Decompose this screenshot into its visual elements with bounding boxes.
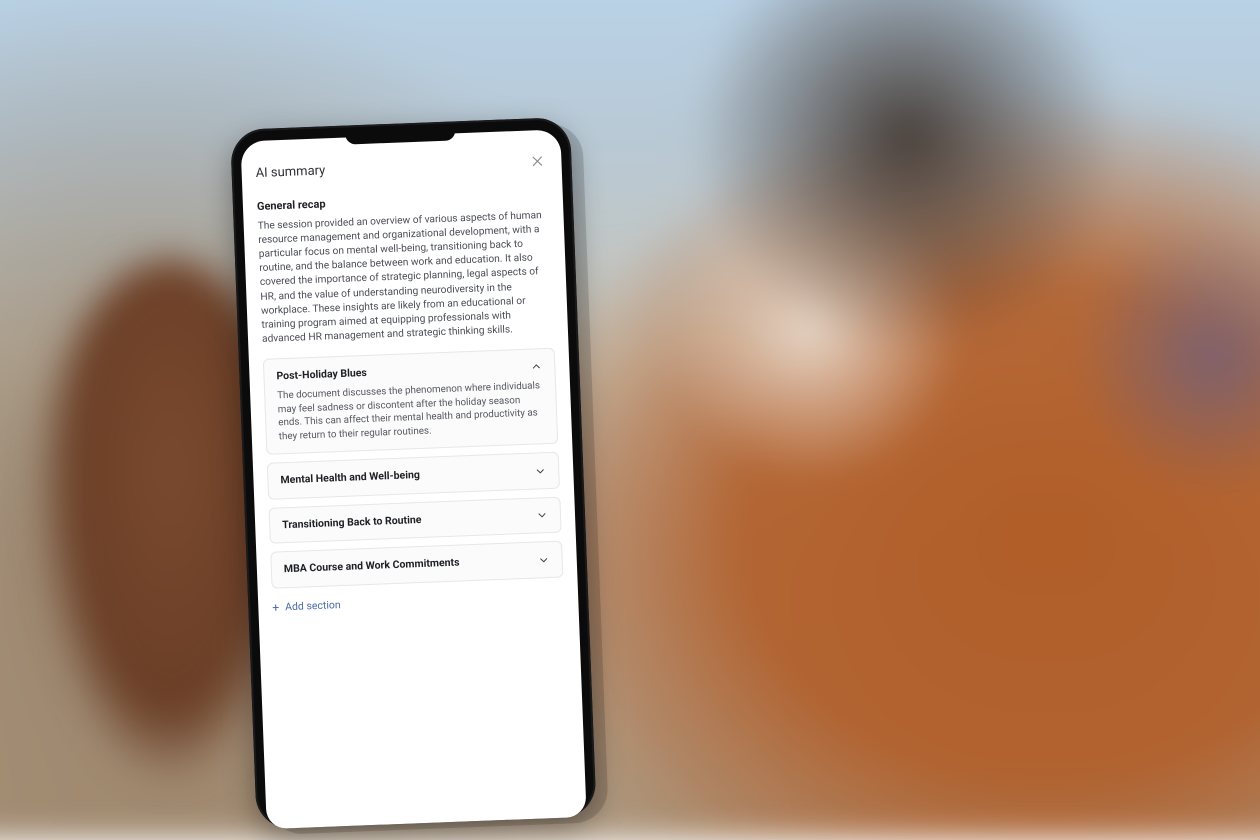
chevron-down-icon [536,509,548,521]
accordion-post-holiday-blues: Post-Holiday Blues The document discusse… [263,348,558,456]
chevron-up-icon [530,360,542,372]
phone-mockup: AI summary General recap The session pro… [230,117,597,830]
accordion-mental-health: Mental Health and Well-being [267,452,560,500]
close-icon [530,152,545,172]
screen-body: General recap The session provided an ov… [242,179,586,829]
accordion-title: Mental Health and Well-being [280,468,420,488]
recap-text: The session provided an overview of vari… [257,209,554,347]
phone-screen: AI summary General recap The session pro… [240,129,586,829]
accordion-header[interactable]: Mental Health and Well-being [280,464,546,489]
accordion-header[interactable]: Transitioning Back to Routine [282,508,548,533]
page-title: AI summary [255,163,325,181]
add-section-label: Add section [285,598,341,615]
chevron-down-icon [534,465,546,477]
accordion-title: Transitioning Back to Routine [282,513,422,533]
accordion-header[interactable]: MBA Course and Work Commitments [284,552,550,577]
phone-body: AI summary General recap The session pro… [230,117,597,830]
close-button[interactable] [527,152,548,173]
accordion-title: MBA Course and Work Commitments [284,556,460,577]
chevron-down-icon [538,554,550,566]
accordion-body: The document discusses the phenomenon wh… [277,380,545,444]
accordion-title: Post-Holiday Blues [276,366,367,384]
add-section-button[interactable]: + Add section [272,598,341,615]
plus-icon: + [272,602,279,614]
accordion-mba-course: MBA Course and Work Commitments [270,541,563,589]
accordion-transitioning-back: Transitioning Back to Routine [269,496,562,544]
